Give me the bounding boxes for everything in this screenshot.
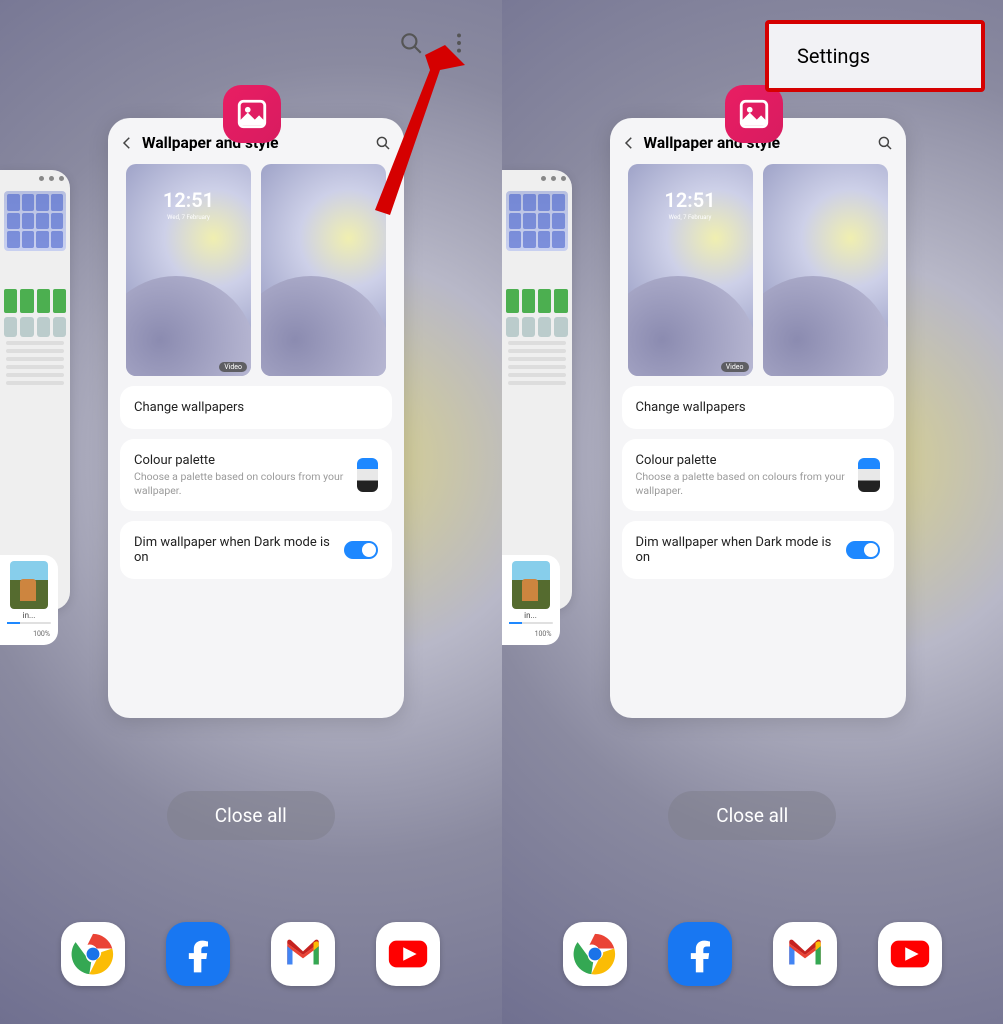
settings-label: Settings [797, 44, 870, 68]
percent-label: 100% [4, 630, 54, 638]
lock-time: 12:51 [126, 188, 251, 212]
chrome-icon[interactable] [61, 922, 125, 986]
lockscreen-preview[interactable]: 12:51 Wed, 7 February Video [126, 164, 251, 376]
settings-menu-item[interactable]: Settings [765, 20, 985, 92]
dim-label: Dim wallpaper when Dark mode is on [134, 535, 334, 565]
dim-wallpaper[interactable]: Dim wallpaper when Dark mode is on [622, 521, 894, 579]
colour-palette[interactable]: Colour palette Choose a palette based on… [120, 439, 392, 511]
peek-card-left[interactable] [0, 170, 70, 610]
palette-swatch [858, 458, 879, 492]
recents-screen-right: Settings in... 100% Wallpaper and style [502, 0, 1003, 1024]
photo-thumb [512, 561, 550, 609]
video-badge: Video [219, 362, 247, 372]
palette-swatch [357, 458, 378, 492]
filename-label: in... [4, 611, 54, 620]
youtube-icon[interactable] [376, 922, 440, 986]
colour-palette-title: Colour palette [636, 453, 849, 468]
more-options-icon[interactable] [446, 30, 472, 60]
dim-label: Dim wallpaper when Dark mode is on [636, 535, 836, 565]
dock [502, 922, 1003, 986]
gmail-icon[interactable] [773, 922, 837, 986]
download-peek[interactable]: in... 100% [0, 555, 58, 645]
wallpaper-card[interactable]: Wallpaper and style 12:51 Wed, 7 Februar… [610, 118, 906, 718]
card-search-icon[interactable] [374, 134, 392, 152]
facebook-icon[interactable] [166, 922, 230, 986]
change-wallpapers-label: Change wallpapers [134, 400, 378, 415]
change-wallpapers[interactable]: Change wallpapers [120, 386, 392, 429]
app-icon-gallery[interactable] [725, 85, 783, 143]
dim-wallpaper[interactable]: Dim wallpaper when Dark mode is on [120, 521, 392, 579]
lock-date: Wed, 7 February [628, 214, 753, 221]
homescreen-preview[interactable] [261, 164, 386, 376]
homescreen-preview[interactable] [763, 164, 888, 376]
dim-toggle[interactable] [344, 541, 378, 559]
dim-toggle[interactable] [846, 541, 880, 559]
download-peek[interactable]: in... 100% [502, 555, 560, 645]
close-all-button[interactable]: Close all [167, 791, 335, 840]
change-wallpapers[interactable]: Change wallpapers [622, 386, 894, 429]
dock [0, 922, 502, 986]
filename-label: in... [506, 611, 556, 620]
top-toolbar [398, 30, 472, 60]
card-search-icon[interactable] [876, 134, 894, 152]
photo-thumb [10, 561, 48, 609]
change-wallpapers-label: Change wallpapers [636, 400, 880, 415]
recents-screen-left: in... 100% Wallpaper and style 12:51 Wed… [0, 0, 502, 1024]
back-icon[interactable] [620, 134, 638, 152]
back-icon[interactable] [118, 134, 136, 152]
colour-palette[interactable]: Colour palette Choose a palette based on… [622, 439, 894, 511]
peek-card-left[interactable] [502, 170, 572, 610]
colour-palette-title: Colour palette [134, 453, 347, 468]
facebook-icon[interactable] [668, 922, 732, 986]
gmail-icon[interactable] [271, 922, 335, 986]
lock-time: 12:51 [628, 188, 753, 212]
app-icon-gallery[interactable] [223, 85, 281, 143]
colour-palette-sub: Choose a palette based on colours from y… [636, 470, 849, 497]
wallpaper-card[interactable]: Wallpaper and style 12:51 Wed, 7 Februar… [108, 118, 404, 718]
colour-palette-sub: Choose a palette based on colours from y… [134, 470, 347, 497]
close-all-label: Close all [215, 804, 287, 827]
wallpaper-previews: 12:51 Wed, 7 February Video [108, 164, 404, 376]
search-icon[interactable] [398, 30, 424, 60]
lockscreen-preview[interactable]: 12:51 Wed, 7 February Video [628, 164, 753, 376]
lock-date: Wed, 7 February [126, 214, 251, 221]
wallpaper-previews: 12:51 Wed, 7 February Video [610, 164, 906, 376]
chrome-icon[interactable] [563, 922, 627, 986]
youtube-icon[interactable] [878, 922, 942, 986]
close-all-button[interactable]: Close all [668, 791, 836, 840]
percent-label: 100% [506, 630, 556, 638]
video-badge: Video [721, 362, 749, 372]
close-all-label: Close all [716, 804, 788, 827]
